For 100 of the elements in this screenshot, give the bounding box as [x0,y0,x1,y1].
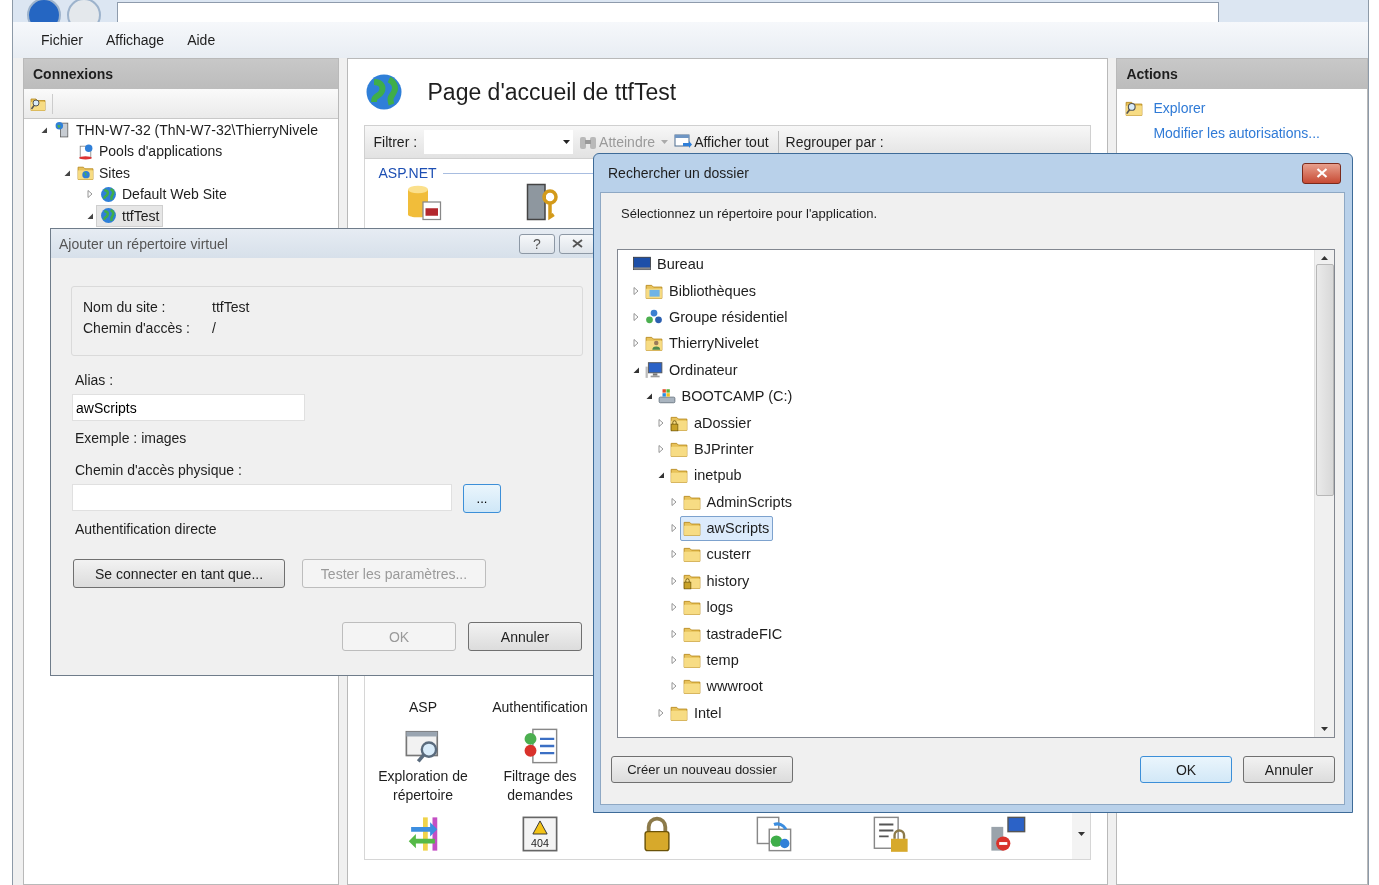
group-by-label: Regrouper par : [785,134,884,150]
address-bar[interactable] [117,2,1219,22]
tree-item[interactable]: THN-W7-32 (ThN-W7-32\ThierryNivele [50,119,322,141]
app-pool-icon [77,142,94,160]
tree-toggle-icon[interactable] [669,629,678,638]
tree-toggle-icon[interactable] [63,168,71,177]
tree-toggle-icon[interactable] [669,550,678,559]
tree-toggle-icon[interactable] [669,497,678,506]
close-button[interactable] [559,233,595,254]
folder-tree-item[interactable]: awScripts [679,515,774,541]
dialog-title: Rechercher un dossier [607,165,750,181]
tree-toggle-icon[interactable] [669,656,678,665]
folder-tree-item[interactable]: AdminScripts [679,489,796,515]
action-link[interactable]: Explorer [1153,99,1206,116]
folder-magnifier-icon [30,95,46,112]
tree-toggle-icon[interactable] [669,603,678,612]
folder-tree-item[interactable]: Bibliothèques [642,278,761,304]
sites-folder-icon [77,164,94,182]
folder-tree-item[interactable]: ThierryNivelet [642,330,763,356]
scroll-arrow-icon[interactable] [1321,727,1328,731]
close-button[interactable] [1302,162,1341,184]
tree-toggle-icon[interactable] [40,125,48,134]
scroll-arrow-icon[interactable] [1321,256,1328,260]
scroll-arrow-icon[interactable] [1077,832,1085,836]
tree-toggle-icon[interactable] [657,444,665,453]
feature-tile[interactable]: ASP [364,698,482,717]
tree-toggle-icon[interactable] [86,190,94,199]
folder-tree-item[interactable]: temp [679,647,743,673]
folder-tree-item[interactable]: inetpub [667,462,746,488]
page-title: Page d'accueil de ttfTest [427,78,677,106]
document-lock-icon [872,815,910,853]
menu-item[interactable]: Affichage [106,32,165,48]
feature-tile[interactable]: Exploration de répertoire [364,725,482,805]
tree-item[interactable]: Default Web Site [96,183,231,205]
folder-tree-item[interactable]: Intel [667,700,726,726]
computer-icon [645,360,663,379]
new-folder-button[interactable]: Créer un nouveau dossier [611,756,793,783]
tree-toggle-icon[interactable] [86,211,94,220]
tree-toggle-icon[interactable] [657,471,665,480]
folder-tree-item[interactable]: history [679,568,754,594]
action-link[interactable]: Modifier les autorisations... [1153,124,1320,141]
globe-icon [100,185,117,203]
field-label: Alias : [75,372,115,388]
dropdown-arrow-icon [661,140,669,144]
tree-toggle-icon[interactable] [632,339,640,348]
folder-tree-item[interactable]: Groupe résidentiel [642,304,792,330]
tree-item[interactable]: Pools d'applications [73,140,227,162]
prompt-text: Sélectionnez un répertoire pour l'application. [621,206,879,221]
ok-button[interactable]: OK [1140,756,1232,783]
tree-toggle-icon[interactable] [657,708,665,717]
tree-toggle-icon[interactable] [632,286,640,295]
tree-item[interactable]: ttfTest [96,205,164,227]
field-label: Chemin d'accès physique : [75,462,243,478]
tree-toggle-icon[interactable] [669,576,678,585]
globe-icon [100,207,117,225]
server-icon [54,121,71,139]
hint-text: Exemple : images [75,430,188,446]
folder-tree-item[interactable]: Bureau [630,251,708,277]
feature-tile[interactable]: Filtrage des demandes [481,725,599,805]
browse-button[interactable]: ... [463,484,501,513]
tree-toggle-icon[interactable] [657,418,665,427]
feature-tile[interactable]: 404 [481,813,599,855]
user-folder-icon [645,334,663,353]
tree-toggle-icon[interactable] [669,682,678,691]
folder-tree-item[interactable]: logs [679,594,738,620]
connect-button[interactable] [28,93,53,114]
folder-tree-item[interactable]: Ordinateur [642,357,742,383]
filter-label: Filtrer : [373,134,418,150]
tree-item[interactable]: Sites [73,162,135,184]
tree-toggle-icon[interactable] [632,365,640,374]
help-button[interactable]: ? [519,233,555,254]
folder-tree-item[interactable]: wwwroot [679,673,767,699]
pane-header: Actions [1117,59,1367,89]
drive-icon [657,387,676,406]
folder-tree-item[interactable]: BOOTCAMP (C:) [654,383,797,409]
folder-tree-item[interactable]: custerr [679,542,755,567]
network-spheres-icon [645,307,663,326]
folder-tree-item[interactable]: aDossier [667,410,756,436]
folder-tree-item[interactable]: BJPrinter [667,436,758,462]
tree-toggle-icon[interactable] [644,392,653,401]
scrollbar[interactable] [1314,250,1334,737]
filter-field[interactable] [424,130,574,154]
pane-header: Connexions [24,59,338,89]
cancel-button[interactable]: Annuler [1243,756,1335,783]
cancel-button[interactable]: Annuler [468,622,582,651]
show-all-button[interactable]: Afficher tout [672,134,771,150]
dropdown-arrow-icon [563,140,571,144]
group-header: ASP.NET [378,165,437,181]
path-field[interactable] [72,484,452,511]
menu-item[interactable]: Aide [187,32,216,48]
tree-toggle-icon[interactable] [669,524,678,533]
tree-toggle-icon[interactable] [632,312,640,321]
server-blocked-icon [989,815,1027,853]
binoculars-icon [579,134,598,150]
alias-field[interactable]: awScripts [72,394,305,421]
close-icon [571,239,583,248]
folder-tree-item[interactable]: tastradeFIC [679,621,787,647]
dialog-button[interactable]: Se connecter en tant que... [73,559,285,588]
folder-icon [682,519,701,538]
menu-item[interactable]: Fichier [41,32,83,48]
